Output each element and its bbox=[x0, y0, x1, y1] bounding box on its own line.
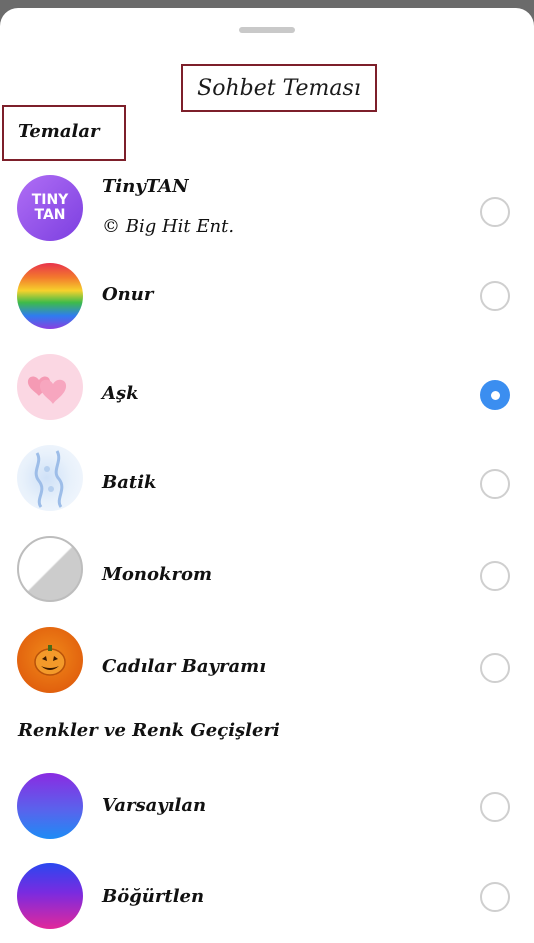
color-row-varsayilan[interactable]: Varsayılan bbox=[0, 772, 534, 852]
theme-row-batik[interactable]: Batik bbox=[0, 444, 534, 524]
theme-row-cadilar-bayrami[interactable]: Cadılar Bayramı bbox=[0, 626, 534, 706]
theme-row-tinytan[interactable]: TINY TAN TinyTAN © Big Hit Ent. bbox=[0, 172, 534, 252]
color-row-bogurtlen[interactable]: Böğürtlen bbox=[0, 863, 534, 943]
rainbow-icon bbox=[17, 263, 83, 329]
theme-label: Onur bbox=[102, 284, 154, 305]
theme-label: Cadılar Bayramı bbox=[102, 656, 267, 677]
theme-row-ask[interactable]: Aşk bbox=[0, 352, 534, 432]
radio-onur[interactable] bbox=[480, 281, 510, 311]
tinytan-icon-text: TINY TAN bbox=[31, 192, 69, 223]
section-header-themes: Temalar bbox=[2, 105, 126, 161]
gradient-icon bbox=[17, 773, 83, 839]
color-label: Varsayılan bbox=[102, 795, 207, 816]
theme-label: Batik bbox=[102, 472, 157, 493]
hearts-icon bbox=[17, 354, 83, 420]
radio-batik[interactable] bbox=[480, 469, 510, 499]
batik-icon bbox=[17, 445, 83, 511]
radio-monokrom[interactable] bbox=[480, 561, 510, 591]
radio-cadilar-bayrami[interactable] bbox=[480, 653, 510, 683]
theme-label: Aşk bbox=[102, 383, 139, 404]
color-label: Böğürtlen bbox=[102, 886, 205, 907]
radio-bogurtlen[interactable] bbox=[480, 882, 510, 912]
radio-ask[interactable] bbox=[480, 380, 510, 410]
theme-row-onur[interactable]: Onur bbox=[0, 262, 534, 342]
radio-tinytan[interactable] bbox=[480, 197, 510, 227]
monochrome-icon bbox=[17, 536, 83, 602]
theme-bottom-sheet: Sohbet Teması Temalar TINY TAN TinyTAN ©… bbox=[0, 8, 534, 943]
section-header-colors: Renkler ve Renk Geçişleri bbox=[18, 720, 280, 741]
theme-label: TinyTAN bbox=[102, 176, 189, 197]
tinytan-icon: TINY TAN bbox=[17, 175, 83, 241]
gradient-icon bbox=[17, 863, 83, 929]
pumpkin-icon bbox=[17, 627, 83, 693]
theme-label: Monokrom bbox=[102, 564, 213, 585]
theme-subtitle: © Big Hit Ent. bbox=[102, 216, 235, 237]
radio-varsayilan[interactable] bbox=[480, 792, 510, 822]
theme-row-monokrom[interactable]: Monokrom bbox=[0, 535, 534, 615]
drag-handle[interactable] bbox=[239, 27, 295, 33]
sheet-title: Sohbet Teması bbox=[181, 64, 377, 112]
